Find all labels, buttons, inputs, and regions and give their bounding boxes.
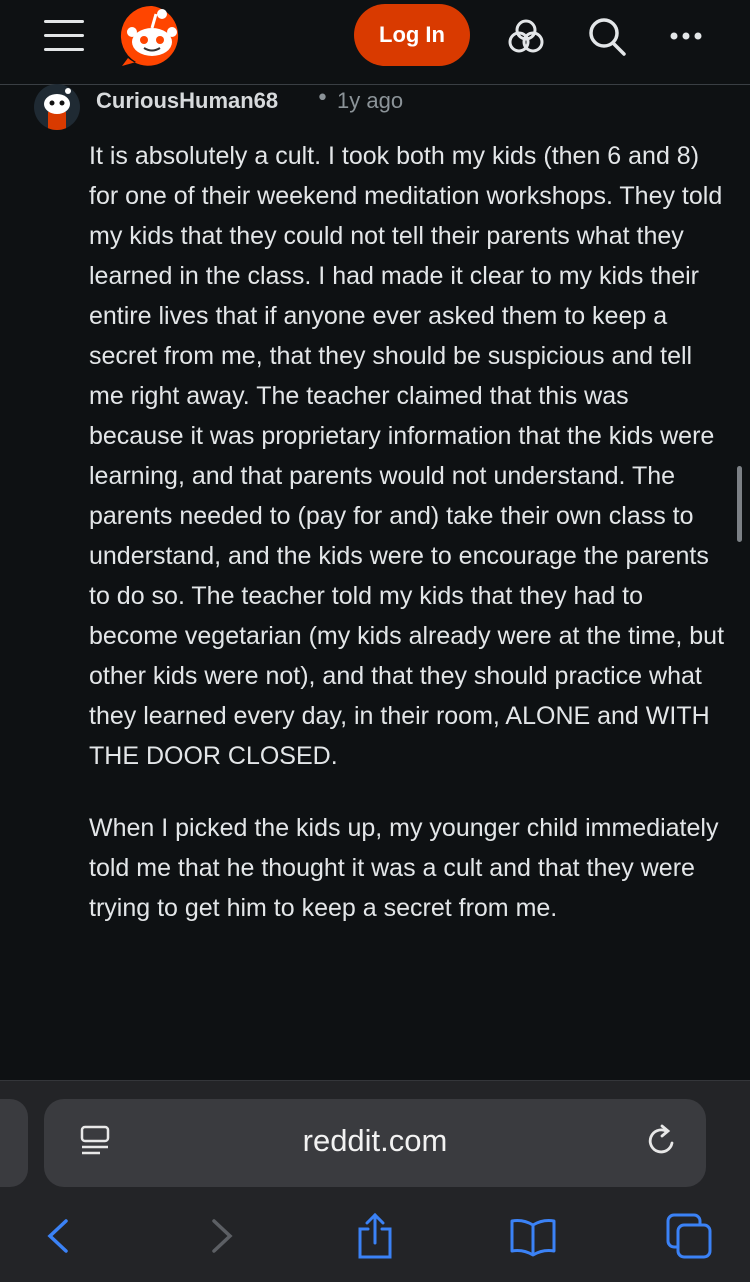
bookmarks-icon[interactable] — [508, 1211, 558, 1261]
comment-paragraph: It is absolutely a cult. I took both my … — [89, 142, 725, 770]
avatar[interactable] — [34, 84, 80, 130]
username[interactable]: CuriousHuman68 — [96, 88, 278, 114]
previous-tab-preview[interactable] — [0, 1099, 28, 1187]
tabs-icon[interactable] — [664, 1211, 714, 1261]
comment-body: It is absolutely a cult. I took both my … — [89, 136, 729, 960]
address-bar[interactable]: reddit.com — [44, 1099, 706, 1187]
separator-dot: • — [316, 86, 329, 111]
scroll-indicator[interactable] — [737, 466, 742, 542]
games-icon[interactable] — [504, 14, 548, 58]
back-icon[interactable] — [36, 1211, 86, 1261]
browser-toolbar: reddit.com — [0, 1080, 750, 1282]
comment-paragraph: When I picked the kids up, my younger ch… — [89, 814, 719, 922]
share-icon[interactable] — [350, 1211, 400, 1261]
menu-icon[interactable] — [44, 20, 84, 52]
forward-icon[interactable] — [196, 1211, 246, 1261]
login-button[interactable]: Log In — [354, 4, 470, 66]
search-icon[interactable] — [584, 14, 628, 58]
reload-icon[interactable] — [642, 1121, 682, 1161]
url-text[interactable]: reddit.com — [44, 1123, 706, 1159]
reddit-logo[interactable] — [118, 2, 186, 70]
comment-header: CuriousHuman68 • 1y ago — [0, 80, 750, 130]
comment-age: 1y ago — [337, 88, 404, 113]
more-icon[interactable] — [664, 14, 708, 58]
top-header: Log In — [0, 0, 750, 85]
